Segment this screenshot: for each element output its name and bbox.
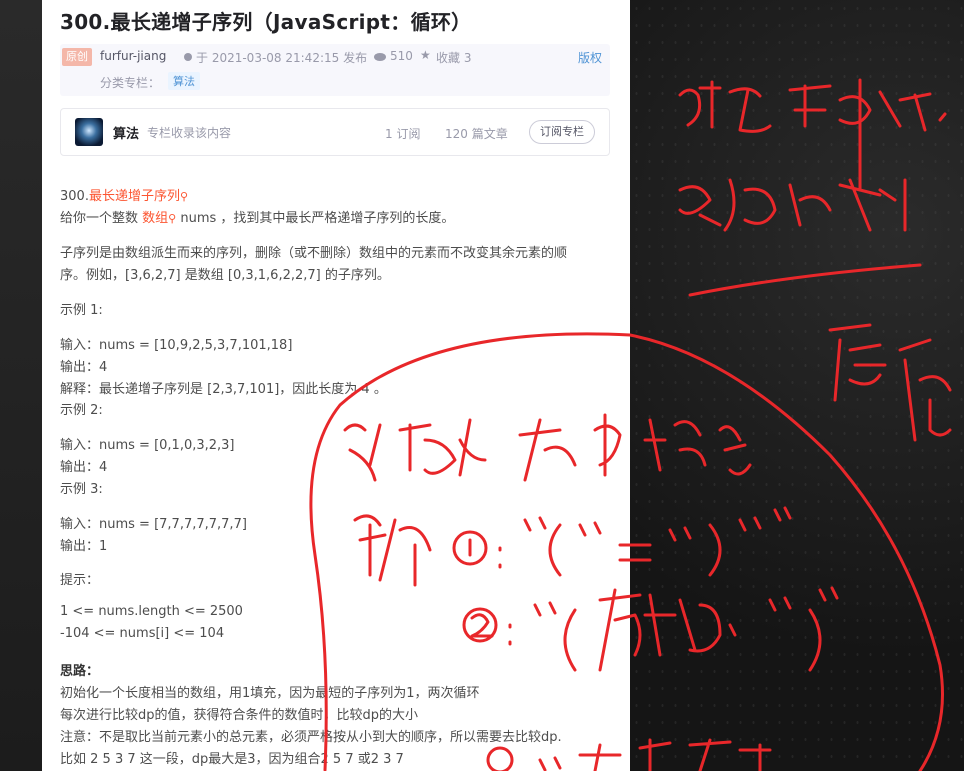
handwritten-annotation [309, 78, 952, 771]
